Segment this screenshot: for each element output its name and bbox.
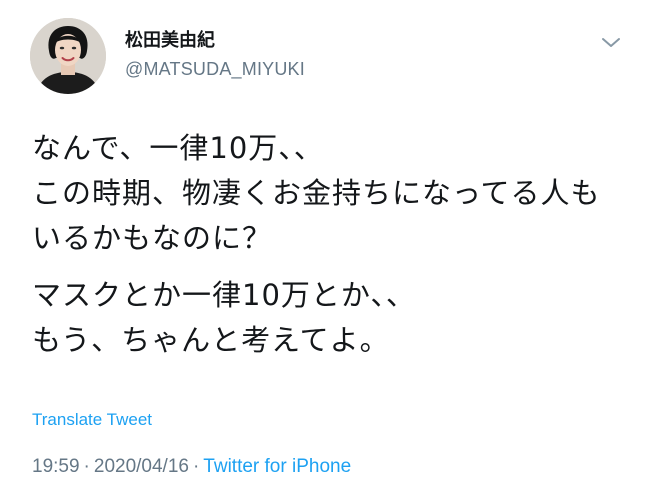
tweet-time: 19:59 — [32, 456, 80, 477]
translate-tweet-link[interactable]: Translate Tweet — [32, 409, 152, 431]
tweet-date: 2020/04/16 — [93, 456, 189, 477]
author-display-name[interactable]: 松田美由紀 — [125, 30, 215, 52]
tweet-metadata: 19:59 · 2020/04/16 · Twitter for iPhone — [32, 455, 351, 479]
tweet-line: なんで、一律10万、、 — [32, 131, 324, 165]
meta-separator: · — [192, 456, 200, 477]
tweet-paragraph: なんで、一律10万、、 この時期、物凄くお金持ちになってる人も いるかもなのに？ — [32, 126, 632, 261]
tweet-card: 松田美由紀 @MATSUDA_MIYUKI なんで、一律10万、、 この時期、物… — [0, 0, 650, 494]
tweet-line: いるかもなのに？ — [32, 221, 273, 255]
tweet-line: マスクとか一律10万とか、、 — [32, 278, 416, 312]
chevron-down-icon[interactable] — [598, 32, 624, 52]
tweet-source-link[interactable]: Twitter for iPhone — [203, 456, 351, 477]
avatar[interactable] — [30, 18, 106, 94]
tweet-line: この時期、物凄くお金持ちになってる人も — [32, 176, 601, 210]
meta-separator: · — [83, 456, 90, 477]
tweet-paragraph: マスクとか一律10万とか、、 もう、ちゃんと考えてよ。 — [32, 273, 632, 363]
tweet-text: なんで、一律10万、、 この時期、物凄くお金持ちになってる人も いるかもなのに？… — [32, 126, 632, 363]
author-handle[interactable]: @MATSUDA_MIYUKI — [125, 58, 305, 80]
tweet-line: もう、ちゃんと考えてよ。 — [32, 323, 390, 357]
